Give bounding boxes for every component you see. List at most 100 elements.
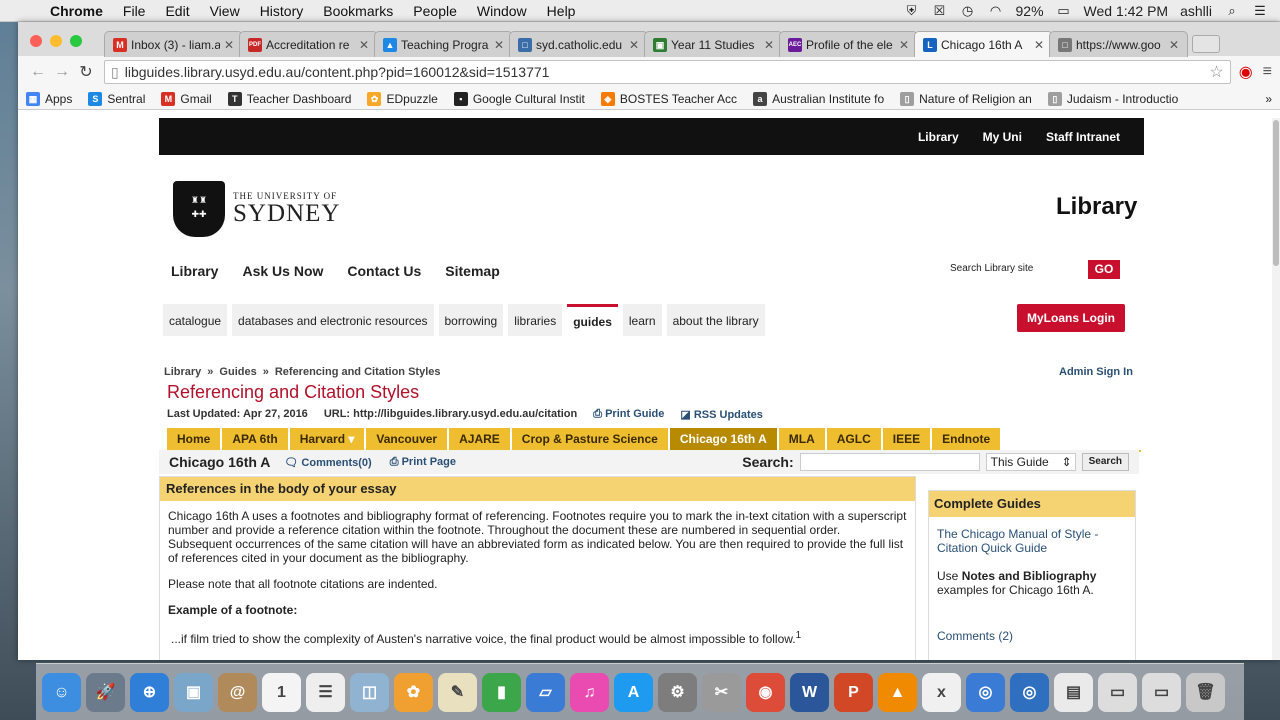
university-logo[interactable]: ♜♜ ✚✚ THE UNIVERSITY OF SYDNEY [173,181,340,237]
browser-tab[interactable]: L Chicago 16th A ✕ [914,31,1053,57]
wifi-icon[interactable]: ◠ [988,3,1004,18]
screenshot-icon[interactable]: ▭ [1098,672,1137,712]
timemachine-icon[interactable]: ◷ [960,3,976,18]
new-tab-button[interactable] [1192,35,1220,53]
main-nav-contact-us[interactable]: Contact Us [347,263,421,279]
bookmark-item[interactable]: ✿ EDpuzzle [367,91,438,106]
tab-close-icon[interactable]: ✕ [224,38,234,52]
clock[interactable]: Wed 1:42 PM [1084,3,1169,19]
browser-tab[interactable]: ▲ Teaching Progra ✕ [374,31,513,57]
menu-window[interactable]: Window [467,3,537,19]
menu-view[interactable]: View [200,3,250,19]
itunes-icon[interactable]: ♫ [570,672,609,712]
safari-icon[interactable]: ⊕ [130,672,169,712]
document-icon[interactable]: ▤ [1054,672,1093,712]
scrollbar-thumb[interactable] [1273,120,1279,266]
preview2-icon[interactable]: ◫ [350,672,389,712]
guide-tab[interactable]: MLA [778,428,825,450]
vlc-icon[interactable]: ▲ [878,672,917,712]
guide-tab[interactable]: Crop & Pasture Science [511,428,668,450]
menu-edit[interactable]: Edit [155,3,199,19]
chrome-menu-icon[interactable]: ≡ [1263,63,1272,81]
spotlight-search-icon[interactable]: ⌕ [1224,3,1240,18]
forward-icon[interactable]: → [50,63,74,81]
close-window-button[interactable] [30,35,42,47]
main-nav-sitemap[interactable]: Sitemap [445,263,499,279]
appstore-icon[interactable]: A [614,672,653,712]
finder-icon[interactable]: ☺ [42,672,81,712]
contacts-icon[interactable]: @ [218,672,257,712]
menu-app-name[interactable]: Chrome [40,3,113,19]
browser-tab[interactable]: PDF Accreditation re ✕ [239,31,378,57]
bookmark-item[interactable]: a Australian Institute fo [753,91,884,106]
user-name[interactable]: ashlli [1180,3,1212,19]
trash-icon[interactable]: 🗑 [1186,672,1225,712]
menu-help[interactable]: Help [537,3,586,19]
shield-icon[interactable]: ⛨ [904,3,920,18]
tab-close-icon[interactable]: ✕ [1169,38,1179,52]
guide-search-button[interactable]: Search [1081,453,1129,471]
subnav-item[interactable]: guides [567,304,618,336]
myloans-login-button[interactable]: MyLoans Login [1017,304,1125,332]
notification-center-icon[interactable]: ☰ [1252,3,1268,18]
powerpoint-icon[interactable]: P [834,672,873,712]
subnav-item[interactable]: borrowing [438,304,504,336]
minimize-window-button[interactable] [50,35,62,47]
rss-updates-link[interactable]: ◪ RSS Updates [680,408,763,421]
menu-file[interactable]: File [113,3,156,19]
subnav-item[interactable]: learn [622,304,662,336]
keynote-icon[interactable]: ▱ [526,672,565,712]
numbers-icon[interactable]: ▮ [482,672,521,712]
calendar-icon[interactable]: 1 [262,672,301,712]
bookmark-item[interactable]: T Teacher Dashboard [227,91,351,106]
guide-tab[interactable]: Chicago 16th A [669,428,777,450]
search-go-button[interactable]: GO [1088,260,1120,279]
tab-close-icon[interactable]: ✕ [629,38,639,52]
textedit-icon[interactable]: ✎ [438,672,477,712]
guide-tab[interactable]: AGLC [826,428,881,450]
subnav-item[interactable]: about the library [666,304,765,336]
menu-bookmarks[interactable]: Bookmarks [313,3,403,19]
bookmark-star-icon[interactable]: ☆ [1209,62,1223,82]
battery-percent[interactable]: 92% [1016,3,1044,19]
bookmark-item[interactable]: ▦ Apps [26,91,72,106]
url-text[interactable]: libguides.library.usyd.edu.au/content.ph… [125,64,550,80]
side-comments-link[interactable]: Comments (2) [937,629,1127,643]
guide-tab[interactable]: Vancouver [366,428,448,450]
back-icon[interactable]: ← [26,63,50,81]
globe-icon[interactable]: ◎ [1010,672,1049,712]
bookmark-item[interactable]: ▯ Judaism - Introductio [1047,91,1178,106]
app-icon[interactable]: x [922,672,961,712]
search-scope-select[interactable]: This Guide ⇕ [985,453,1076,471]
bookmark-item[interactable]: ▪ Google Cultural Instit [453,91,585,106]
tab-close-icon[interactable]: ✕ [899,38,909,52]
guide-tab[interactable]: AJARE [449,428,510,450]
browser-tab[interactable]: M Inbox (3) - liam.a ✕ [104,31,243,57]
browser-tab[interactable]: AEC Profile of the ele ✕ [779,31,918,57]
browser-tab[interactable]: ▣ Year 11 Studies ✕ [644,31,783,57]
guide-search-input[interactable] [799,453,980,471]
tab-close-icon[interactable]: ✕ [494,38,504,52]
tools-icon[interactable]: ✂ [702,672,741,712]
close-box-icon[interactable]: ☒ [932,3,948,18]
screenshot2-icon[interactable]: ▭ [1142,672,1181,712]
main-nav-library[interactable]: Library [171,263,218,279]
maximize-window-button[interactable] [70,35,82,47]
menu-people[interactable]: People [403,3,467,19]
subnav-item[interactable]: catalogue [163,304,228,336]
bookmark-item[interactable]: S Sentral [88,91,145,106]
word-icon[interactable]: W [790,672,829,712]
opera-extension-icon[interactable]: ◉ [1239,62,1253,82]
chicago-quick-guide-link[interactable]: The Chicago Manual of Style - Citation Q… [937,527,1127,555]
launchpad-icon[interactable]: 🚀 [86,672,125,712]
bookmarks-overflow-icon[interactable]: » [1265,92,1272,106]
browser-tab[interactable]: □ https://www.goo ✕ [1049,31,1188,57]
admin-sign-in-link[interactable]: Admin Sign In [1059,366,1133,378]
subnav-item[interactable]: databases and electronic resources [232,304,434,336]
guide-tab[interactable]: Home [167,428,221,450]
photos-icon[interactable]: ✿ [394,672,433,712]
reload-icon[interactable]: ↻ [74,62,98,82]
tab-close-icon[interactable]: ✕ [1034,38,1044,52]
page-info-icon[interactable]: ▯ [111,64,119,81]
bookmark-item[interactable]: ▯ Nature of Religion an [900,91,1032,106]
